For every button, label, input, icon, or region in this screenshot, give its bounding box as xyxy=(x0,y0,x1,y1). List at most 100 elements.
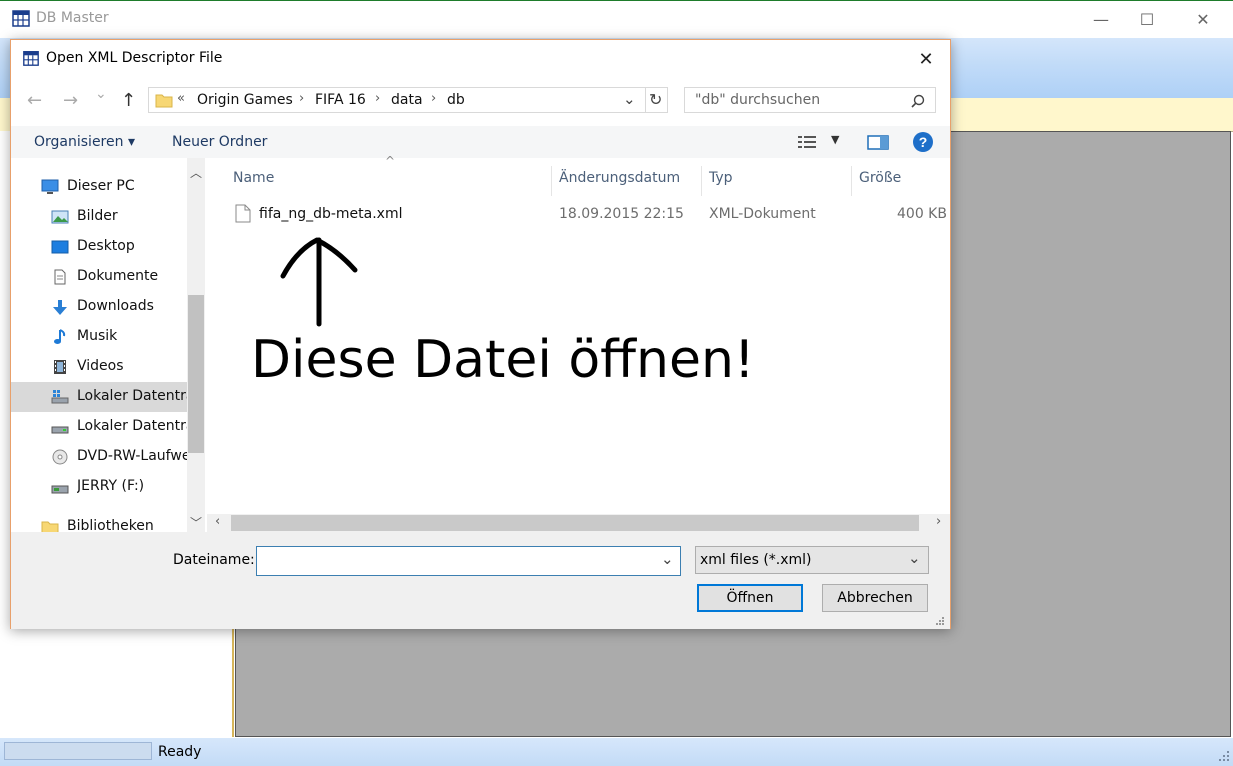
file-icon xyxy=(235,204,251,223)
nav-item-dvd-drive[interactable]: DVD-RW-Laufwerk xyxy=(11,442,187,472)
folder-icon xyxy=(155,94,173,108)
dvd-icon xyxy=(52,449,68,465)
file-list-header: ^ Name Änderungsdatum Typ Größe xyxy=(207,154,950,196)
nav-item-videos[interactable]: Videos xyxy=(11,352,187,382)
filename-label: Dateiname: xyxy=(173,552,255,568)
filetype-select[interactable]: xml files (*.xml) ⌄ xyxy=(695,546,929,574)
videos-icon xyxy=(54,360,66,374)
help-icon[interactable]: ? xyxy=(912,131,934,153)
scroll-up-arrow-icon[interactable]: ︿ xyxy=(190,164,202,181)
annotation-arrow-icon xyxy=(280,237,358,327)
file-name: fifa_ng_db-meta.xml xyxy=(259,206,403,222)
filename-input[interactable]: ⌄ xyxy=(256,546,681,576)
close-button[interactable]: ✕ xyxy=(1180,0,1226,38)
documents-icon xyxy=(54,269,66,285)
pictures-icon xyxy=(51,210,69,224)
breadcrumb-fifa16[interactable]: FIFA 16 xyxy=(315,92,366,108)
dialog-resize-grip-icon[interactable] xyxy=(935,616,945,626)
nav-item-music[interactable]: Musik xyxy=(11,322,187,352)
filename-dropdown-icon[interactable]: ⌄ xyxy=(661,550,674,568)
dialog-app-icon xyxy=(23,51,39,66)
nav-label: Videos xyxy=(77,358,124,374)
breadcrumb-overflow[interactable]: « xyxy=(177,91,185,106)
column-divider[interactable] xyxy=(851,166,852,196)
nav-item-local-disk-d[interactable]: Lokaler Datenträger (D:) xyxy=(11,412,187,442)
back-button[interactable]: ← xyxy=(27,90,42,111)
address-divider xyxy=(645,88,646,112)
nav-label: Desktop xyxy=(77,238,135,254)
nav-label: Lokaler Datenträger (D:) xyxy=(77,418,187,434)
computer-icon xyxy=(41,179,59,194)
new-folder-button[interactable]: Neuer Ordner xyxy=(172,134,267,150)
view-dropdown-icon[interactable]: ▼ xyxy=(831,133,839,146)
nav-label: Bibliotheken xyxy=(67,518,154,532)
nav-label: DVD-RW-Laufwerk xyxy=(77,448,187,464)
search-placeholder: "db" durchsuchen xyxy=(695,92,821,108)
nav-item-documents[interactable]: Dokumente xyxy=(11,262,187,292)
column-type[interactable]: Typ xyxy=(709,170,733,186)
music-icon xyxy=(54,329,66,344)
status-progress-box xyxy=(4,742,152,760)
nav-label: Downloads xyxy=(77,298,154,314)
preview-pane-icon[interactable] xyxy=(867,135,889,150)
column-date-modified[interactable]: Änderungsdatum xyxy=(559,170,680,186)
scroll-left-arrow-icon[interactable]: ‹ xyxy=(215,514,220,529)
scroll-right-arrow-icon[interactable]: › xyxy=(936,514,941,529)
nav-item-usb-drive[interactable]: JERRY (F:) xyxy=(11,472,187,502)
maximize-button[interactable]: ☐ xyxy=(1124,0,1170,38)
open-file-dialog: Open XML Descriptor File ✕ ← → ⌄ ↑ « Ori… xyxy=(10,39,951,629)
scroll-down-arrow-icon[interactable]: ﹀ xyxy=(190,514,202,531)
cancel-button[interactable]: Abbrechen xyxy=(822,584,928,612)
nav-item-pictures[interactable]: Bilder xyxy=(11,202,187,232)
column-name[interactable]: Name xyxy=(233,170,274,186)
view-options-icon[interactable] xyxy=(797,135,821,149)
column-divider[interactable] xyxy=(551,166,552,196)
file-list-h-scroll-thumb[interactable] xyxy=(231,515,919,531)
dialog-title: Open XML Descriptor File xyxy=(46,50,223,66)
nav-label: Dieser PC xyxy=(67,178,135,194)
app-icon xyxy=(12,10,30,27)
nav-item-local-disk-c[interactable]: Lokaler Datenträger (C:) xyxy=(11,382,187,412)
nav-item-this-pc[interactable]: Dieser PC xyxy=(11,172,187,202)
forward-button[interactable]: → xyxy=(63,90,78,111)
breadcrumb-separator: › xyxy=(375,91,381,106)
nav-label: Lokaler Datenträger (C:) xyxy=(77,388,187,404)
breadcrumb-db[interactable]: db xyxy=(447,92,465,108)
dialog-toolbar: Organisieren ▾ Neuer Ordner ▼ ? xyxy=(11,126,950,158)
breadcrumb-origin-games[interactable]: Origin Games xyxy=(197,92,293,108)
breadcrumb-separator: › xyxy=(431,91,437,106)
file-type: XML-Dokument xyxy=(709,206,816,222)
library-icon xyxy=(41,521,59,532)
usb-drive-icon xyxy=(51,485,69,494)
app-top-border xyxy=(0,0,1233,1)
nav-pane-scroll-thumb[interactable] xyxy=(188,295,204,453)
desktop-icon xyxy=(51,240,69,254)
app-titlebar xyxy=(0,0,1233,38)
nav-label: Dokumente xyxy=(77,268,159,284)
minimize-button[interactable]: — xyxy=(1078,0,1124,38)
nav-item-downloads[interactable]: Downloads xyxy=(11,292,187,322)
recent-locations-button[interactable]: ⌄ xyxy=(95,86,107,102)
resize-grip-icon[interactable] xyxy=(1218,750,1230,762)
nav-item-desktop[interactable]: Desktop xyxy=(11,232,187,262)
nav-item-libraries[interactable]: Bibliotheken xyxy=(11,512,187,532)
nav-label: Bilder xyxy=(77,208,118,224)
search-input[interactable]: "db" durchsuchen xyxy=(684,87,936,113)
file-date: 18.09.2015 22:15 xyxy=(559,206,684,222)
column-divider[interactable] xyxy=(701,166,702,196)
search-icon[interactable] xyxy=(911,94,925,108)
file-row[interactable]: fifa_ng_db-meta.xml 18.09.2015 22:15 XML… xyxy=(207,196,950,230)
up-button[interactable]: ↑ xyxy=(121,90,136,111)
address-dropdown-icon[interactable]: ⌄ xyxy=(623,90,636,108)
file-size: 400 KB xyxy=(897,206,947,222)
dialog-close-button[interactable]: ✕ xyxy=(911,46,941,72)
open-button[interactable]: Öffnen xyxy=(697,584,803,612)
column-size[interactable]: Größe xyxy=(859,170,901,186)
drive-icon xyxy=(51,426,69,434)
filetype-dropdown-icon[interactable]: ⌄ xyxy=(908,549,921,567)
address-bar[interactable]: « Origin Games › FIFA 16 › data › db ⌄ ↻ xyxy=(148,87,668,113)
nav-label: Musik xyxy=(77,328,118,344)
refresh-button[interactable]: ↻ xyxy=(649,90,662,109)
organize-button[interactable]: Organisieren ▾ xyxy=(34,134,135,150)
breadcrumb-data[interactable]: data xyxy=(391,92,423,108)
